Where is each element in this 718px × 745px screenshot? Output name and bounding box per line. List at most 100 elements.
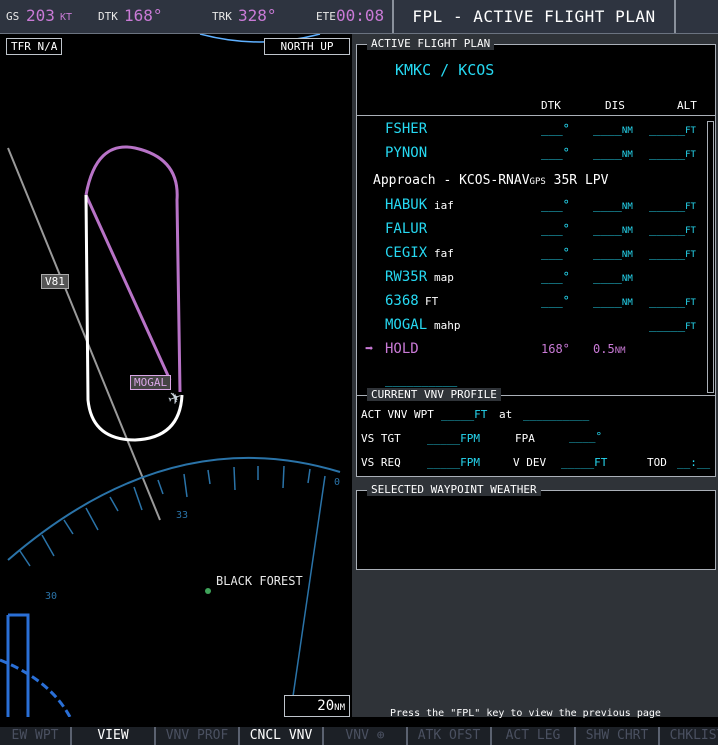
waypoint-dtk: ___°: [541, 246, 570, 260]
map-graphics: [0, 34, 341, 717]
active-leg-white: [84, 194, 184, 442]
softkey-cncl-vnv[interactable]: CNCL VNV: [240, 727, 324, 745]
fpl-waypoint-row[interactable]: RW35R map ___° ____NM: [357, 269, 705, 291]
fpl-waypoint-row[interactable]: MOGAL mahp _____FT: [357, 317, 705, 339]
approach-header[interactable]: Approach - KCOS-RNAVGPS 35R LPV: [373, 173, 608, 188]
fpl-waypoint-row[interactable]: CEGIX faf ___° ____NM _____FT: [357, 245, 705, 267]
navigation-map[interactable]: TFR N/A NORTH UP V81 MOGAL ✈ 33 0 30 BLA…: [0, 34, 350, 717]
waypoint-dis: ____NM: [593, 246, 633, 260]
waypoint-dis-unit: NM: [614, 346, 626, 356]
softkey-atk-ofst[interactable]: ATK OFST: [408, 727, 492, 745]
fpl-waypoint-row[interactable]: ➡ HOLD 168° 0.5NM: [357, 341, 705, 363]
softkey-ew-wpt[interactable]: EW WPT: [0, 727, 72, 745]
waypoint-suffix: map: [434, 271, 454, 284]
empty-waypoint-row[interactable]: __________: [385, 373, 457, 387]
fpl-scrollbar[interactable]: [707, 121, 714, 393]
v-dev-label: V DEV: [513, 456, 547, 469]
footer-message: Press the "FPL" key to view the previous…: [390, 708, 661, 719]
waypoint-dis-value: ____: [593, 294, 622, 308]
approach-suffix: 35R LPV: [545, 173, 609, 188]
airway-line: [7, 147, 161, 521]
waypoint-alt-unit: FT: [685, 202, 696, 212]
waypoint-name: PYNON: [385, 145, 428, 161]
waypoint-name: CEGIX: [385, 245, 428, 261]
waypoint-dis: ____NM: [593, 222, 633, 236]
top-status-bar: GS 203 KT DTK 168° TRK 328° ETE 00:08 FP…: [0, 0, 718, 34]
map-range-value: 20: [317, 698, 335, 714]
softkey-shw-chrt[interactable]: SHW CHRT: [576, 727, 660, 745]
softkey-view[interactable]: VIEW: [72, 727, 156, 745]
waypoint-alt[interactable]: _____FT: [649, 246, 696, 260]
waypoint-dis-value: 0.5: [593, 342, 615, 356]
airway-label: V81: [41, 274, 69, 289]
waypoint-alt-unit: FT: [685, 298, 696, 308]
vnv-profile-window: CURRENT VNV PROFILE ACT VNV WPT _____FT …: [356, 388, 716, 477]
waypoint-alt-value: _____: [649, 198, 686, 212]
col-header-dis: DIS: [605, 99, 625, 112]
col-header-alt: ALT: [677, 99, 697, 112]
tfr-label: TFR N/A: [6, 38, 63, 55]
softkey-chklist[interactable]: CHKLIST: [660, 727, 718, 745]
waypoint-name: MOGAL: [385, 317, 428, 333]
waypoint-dtk: ___°: [541, 222, 570, 236]
compass-label-0: 0: [334, 477, 341, 488]
vnv-window-title: CURRENT VNV PROFILE: [367, 388, 501, 401]
gs-unit: KT: [60, 12, 73, 23]
waypoint-dis: ____NM: [593, 146, 633, 160]
softkey-act-leg[interactable]: ACT LEG: [492, 727, 576, 745]
waypoint-dtk: ___°: [541, 270, 570, 284]
waypoint-dtk: ___°: [541, 294, 570, 308]
fpl-waypoint-row[interactable]: FSHER ___° ____NM _____FT: [357, 121, 705, 143]
waypoint-alt-value: _____: [649, 146, 686, 160]
waypoint-dtk: ___°: [541, 146, 570, 160]
waypoint-alt-unit: FT: [685, 250, 696, 260]
waypoint-dis-unit: NM: [621, 298, 633, 308]
waypoint-alt[interactable]: _____FT: [649, 318, 696, 332]
waypoint-alt-unit: FT: [685, 226, 696, 236]
waypoint-dis-unit: NM: [621, 226, 633, 236]
map-orientation-label[interactable]: NORTH UP: [264, 38, 350, 55]
fpa-label: FPA: [515, 432, 535, 445]
col-header-dtk: DTK: [541, 99, 561, 112]
waypoint-name: HOLD: [385, 341, 419, 357]
fpl-waypoint-row[interactable]: HABUK iaf ___° ____NM _____FT: [357, 197, 705, 219]
waypoint-suffix: faf: [434, 247, 454, 260]
waypoint-alt[interactable]: _____FT: [649, 146, 696, 160]
waypoint-name: FSHER: [385, 121, 428, 137]
fpl-waypoint-row[interactable]: FALUR ___° ____NM _____FT: [357, 221, 705, 243]
fpl-waypoint-row[interactable]: PYNON ___° ____NM _____FT: [357, 145, 705, 167]
header-divider: [357, 115, 715, 116]
town-label: BLACK FOREST: [216, 574, 303, 588]
vs-req-value: _____FPM: [427, 456, 480, 469]
weather-window-title: SELECTED WAYPOINT WEATHER: [367, 483, 541, 496]
map-range[interactable]: 20NM: [284, 695, 350, 717]
approach-gps: GPS: [529, 177, 546, 187]
waypoint-alt[interactable]: _____FT: [649, 198, 696, 212]
waypoint-dis: 0.5NM: [593, 342, 626, 356]
act-vnv-at: at: [499, 408, 513, 421]
trk-label: TRK: [212, 10, 232, 23]
waypoint-alt[interactable]: _____FT: [649, 122, 696, 136]
waypoint-dis-value: ____: [593, 122, 622, 136]
waypoint-alt[interactable]: _____FT: [649, 222, 696, 236]
fpa-value: ____°: [569, 430, 603, 443]
gs-value: 203: [26, 6, 55, 25]
act-vnv-wpt-label: ACT VNV WPT: [361, 408, 434, 421]
waypoint-dis: ____NM: [593, 198, 633, 212]
fpl-waypoint-row[interactable]: 6368 FT ___° ____NM _____FT: [357, 293, 705, 315]
waypoint-dtk: ___°: [541, 122, 570, 136]
dtk-value: 168°: [124, 6, 163, 25]
softkey-vnv[interactable]: VNV ⊕: [324, 727, 408, 745]
ete-value: 00:08: [336, 6, 385, 25]
waypoint-dis-value: ____: [593, 198, 622, 212]
act-vnv-wpt: __________: [523, 408, 590, 421]
waypoint-dis-unit: NM: [621, 126, 633, 136]
page-title: FPL - ACTIVE FLIGHT PLAN: [392, 0, 676, 33]
route-name[interactable]: KMKC / KCOS: [395, 61, 494, 79]
trk-value: 328°: [238, 6, 277, 25]
gs-label: GS: [6, 10, 20, 23]
waypoint-dtk: 168°: [541, 342, 570, 356]
waypoint-alt[interactable]: _____FT: [649, 294, 696, 308]
waypoint-suffix: iaf: [434, 199, 454, 212]
softkey-vnv-prof[interactable]: VNV PROF: [156, 727, 240, 745]
